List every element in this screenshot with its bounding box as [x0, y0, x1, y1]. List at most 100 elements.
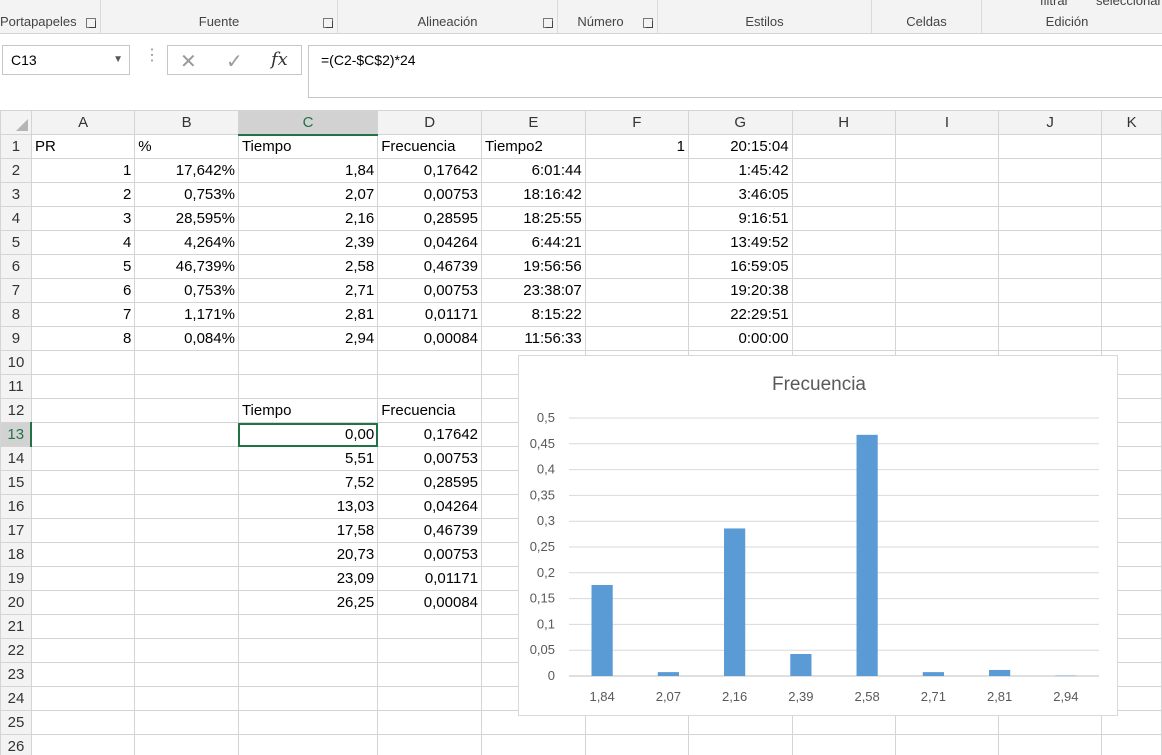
cell-i5[interactable]: [894, 230, 1000, 255]
cell-e5[interactable]: 6:44:21: [481, 230, 586, 255]
cell-i6[interactable]: [894, 254, 1000, 279]
cell-g1[interactable]: 20:15:04: [687, 134, 793, 159]
cell-k8[interactable]: [1101, 302, 1162, 327]
cell-b25[interactable]: [134, 710, 239, 735]
cell-a18[interactable]: [30, 542, 136, 567]
cell-d2[interactable]: 0,17642: [377, 158, 483, 183]
cell-i9[interactable]: [894, 326, 1000, 351]
cell-b9[interactable]: 0,084%: [134, 326, 239, 351]
cell-a14[interactable]: [30, 446, 136, 471]
cell-k6[interactable]: [1101, 254, 1162, 279]
cell-d23[interactable]: [377, 662, 483, 687]
cell-d16[interactable]: 0,04264: [377, 494, 483, 519]
dialog-launcher-icon[interactable]: [323, 18, 333, 28]
cell-a9[interactable]: 8: [30, 326, 136, 351]
row-header-10[interactable]: 10: [0, 350, 32, 375]
cell-b16[interactable]: [134, 494, 239, 519]
column-header-g[interactable]: G: [687, 110, 793, 135]
cell-c17[interactable]: 17,58: [237, 518, 379, 543]
cell-a23[interactable]: [30, 662, 136, 687]
cell-a13[interactable]: [30, 422, 136, 447]
cell-f6[interactable]: [584, 254, 689, 279]
cell-a19[interactable]: [30, 566, 136, 591]
cell-i2[interactable]: [894, 158, 1000, 183]
row-header-8[interactable]: 8: [0, 302, 32, 327]
row-header-6[interactable]: 6: [0, 254, 32, 279]
cell-a22[interactable]: [30, 638, 136, 663]
cell-c3[interactable]: 2,07: [237, 182, 379, 207]
cell-a4[interactable]: 3: [30, 206, 136, 231]
cell-b24[interactable]: [134, 686, 239, 711]
cell-a15[interactable]: [30, 470, 136, 495]
cell-c6[interactable]: 2,58: [237, 254, 379, 279]
chevron-down-icon[interactable]: ▼: [113, 54, 123, 65]
cell-d6[interactable]: 0,46739: [377, 254, 483, 279]
cell-k7[interactable]: [1101, 278, 1162, 303]
cell-b23[interactable]: [134, 662, 239, 687]
cell-e4[interactable]: 18:25:55: [481, 206, 586, 231]
cell-c20[interactable]: 26,25: [237, 590, 379, 615]
cell-k5[interactable]: [1101, 230, 1162, 255]
cell-b5[interactable]: 4,264%: [134, 230, 239, 255]
cell-f8[interactable]: [584, 302, 689, 327]
cell-d12[interactable]: Frecuencia: [377, 398, 483, 423]
column-header-i[interactable]: I: [894, 110, 1000, 135]
cell-d18[interactable]: 0,00753: [377, 542, 483, 567]
cell-j26[interactable]: [998, 734, 1103, 755]
cell-g3[interactable]: 3:46:05: [687, 182, 793, 207]
cell-f9[interactable]: [584, 326, 689, 351]
cell-b7[interactable]: 0,753%: [134, 278, 239, 303]
cell-a17[interactable]: [30, 518, 136, 543]
cell-f4[interactable]: [584, 206, 689, 231]
cell-a20[interactable]: [30, 590, 136, 615]
cell-i26[interactable]: [894, 734, 1000, 755]
cell-b10[interactable]: [134, 350, 239, 375]
cell-c14[interactable]: 5,51: [237, 446, 379, 471]
row-header-17[interactable]: 17: [0, 518, 32, 543]
cell-c2[interactable]: 1,84: [237, 158, 379, 183]
cell-b26[interactable]: [134, 734, 239, 755]
cell-g26[interactable]: [687, 734, 793, 755]
cell-h8[interactable]: [791, 302, 896, 327]
cell-f2[interactable]: [584, 158, 689, 183]
column-header-c[interactable]: C: [237, 110, 379, 136]
cell-c1[interactable]: Tiempo: [237, 134, 379, 159]
cell-a12[interactable]: [30, 398, 136, 423]
cell-j1[interactable]: [998, 134, 1103, 159]
column-header-k[interactable]: K: [1101, 110, 1162, 135]
cell-a2[interactable]: 1: [30, 158, 136, 183]
cell-a8[interactable]: 7: [30, 302, 136, 327]
row-header-9[interactable]: 9: [0, 326, 32, 351]
cell-a5[interactable]: 4: [30, 230, 136, 255]
cell-e26[interactable]: [481, 734, 586, 755]
formula-input[interactable]: =(C2-$C$2)*24: [308, 45, 1162, 98]
select-button-label[interactable]: seleccionar: [1096, 0, 1162, 8]
cell-b18[interactable]: [134, 542, 239, 567]
cell-c24[interactable]: [237, 686, 379, 711]
cell-c19[interactable]: 23,09: [237, 566, 379, 591]
more-options-icon[interactable]: ⋮: [144, 48, 160, 64]
cell-c4[interactable]: 2,16: [237, 206, 379, 231]
cell-d5[interactable]: 0,04264: [377, 230, 483, 255]
cell-a6[interactable]: 5: [30, 254, 136, 279]
cell-e1[interactable]: Tiempo2: [481, 134, 586, 159]
cell-d10[interactable]: [377, 350, 483, 375]
cell-f3[interactable]: [584, 182, 689, 207]
cell-d1[interactable]: Frecuencia: [377, 134, 483, 159]
cell-b11[interactable]: [134, 374, 239, 399]
cell-b14[interactable]: [134, 446, 239, 471]
cell-b12[interactable]: [134, 398, 239, 423]
cell-d20[interactable]: 0,00084: [377, 590, 483, 615]
cell-d3[interactable]: 0,00753: [377, 182, 483, 207]
cell-e6[interactable]: 19:56:56: [481, 254, 586, 279]
select-all-corner[interactable]: [0, 110, 32, 135]
cell-f26[interactable]: [584, 734, 689, 755]
cell-g6[interactable]: 16:59:05: [687, 254, 793, 279]
cell-d8[interactable]: 0,01171: [377, 302, 483, 327]
cell-j4[interactable]: [998, 206, 1103, 231]
cell-a26[interactable]: [30, 734, 136, 755]
cell-d24[interactable]: [377, 686, 483, 711]
insert-function-icon[interactable]: fx: [271, 49, 288, 70]
cell-a7[interactable]: 6: [30, 278, 136, 303]
cell-a1[interactable]: PR: [30, 134, 136, 159]
